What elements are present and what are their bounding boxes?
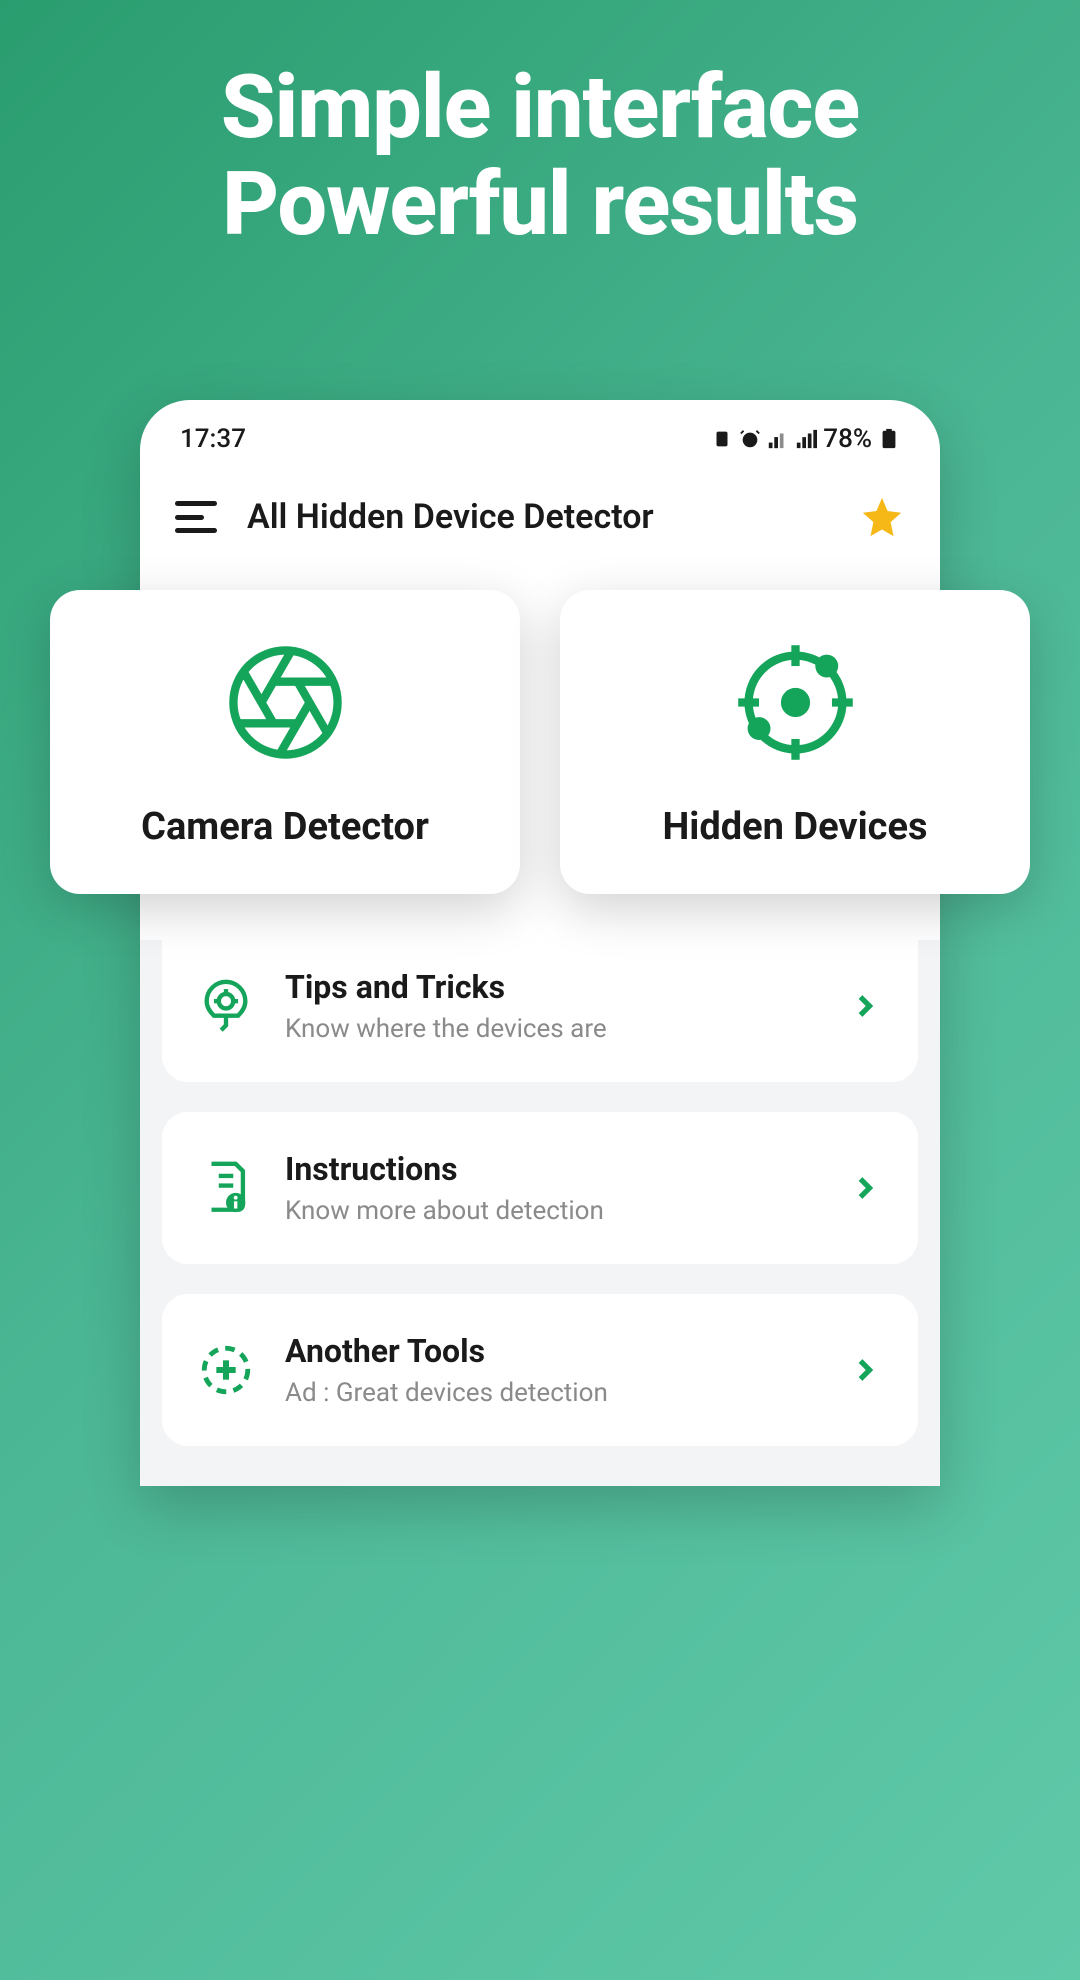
hero-line-2: Powerful results bbox=[0, 157, 1080, 254]
tips-title: Tips and Tricks bbox=[285, 968, 817, 1006]
signal-icon-1 bbox=[767, 428, 789, 450]
tools-title: Another Tools bbox=[285, 1332, 817, 1370]
chevron-right-icon bbox=[847, 1352, 883, 1388]
tips-tricks-item[interactable]: Tips and Tricks Know where the devices a… bbox=[162, 940, 918, 1082]
instructions-subtitle: Know more about detection bbox=[285, 1196, 817, 1226]
bulb-icon bbox=[197, 977, 255, 1035]
another-tools-item[interactable]: Another Tools Ad : Great devices detecti… bbox=[162, 1294, 918, 1446]
alarm-icon bbox=[739, 428, 761, 450]
aperture-icon bbox=[223, 640, 348, 765]
hidden-devices-card[interactable]: Hidden Devices bbox=[560, 590, 1030, 894]
document-icon bbox=[197, 1159, 255, 1217]
instructions-title: Instructions bbox=[285, 1150, 817, 1188]
status-time: 17:37 bbox=[180, 424, 246, 454]
camera-detector-label: Camera Detector bbox=[141, 805, 429, 849]
tips-subtitle: Know where the devices are bbox=[285, 1014, 817, 1044]
hero-line-1: Simple interface bbox=[0, 60, 1080, 157]
hidden-devices-label: Hidden Devices bbox=[662, 805, 927, 849]
chevron-right-icon bbox=[847, 988, 883, 1024]
hero-title: Simple interface Powerful results bbox=[0, 60, 1080, 254]
signal-icon-2 bbox=[795, 428, 817, 450]
radar-icon bbox=[733, 640, 858, 765]
phone-frame: 17:37 78% All Hidden Device Detector Cam… bbox=[140, 400, 940, 1486]
status-bar: 17:37 78% bbox=[140, 400, 940, 464]
notification-icon bbox=[711, 428, 733, 450]
chevron-right-icon bbox=[847, 1170, 883, 1206]
app-header: All Hidden Device Detector bbox=[140, 464, 940, 570]
menu-button[interactable] bbox=[175, 501, 217, 533]
instructions-item[interactable]: Instructions Know more about detection bbox=[162, 1112, 918, 1264]
battery-percent: 78% bbox=[823, 424, 872, 454]
app-title: All Hidden Device Detector bbox=[247, 497, 829, 537]
camera-detector-card[interactable]: Camera Detector bbox=[50, 590, 520, 894]
list-text: Instructions Know more about detection bbox=[285, 1150, 817, 1226]
star-icon[interactable] bbox=[859, 494, 905, 540]
plus-circle-icon bbox=[197, 1341, 255, 1399]
list-text: Another Tools Ad : Great devices detecti… bbox=[285, 1332, 817, 1408]
content-list: Tips and Tricks Know where the devices a… bbox=[140, 940, 940, 1486]
list-text: Tips and Tricks Know where the devices a… bbox=[285, 968, 817, 1044]
menu-icon bbox=[175, 501, 217, 506]
status-right: 78% bbox=[711, 424, 900, 454]
main-cards-row: Camera Detector Hidden Devices bbox=[50, 590, 1030, 894]
tools-subtitle: Ad : Great devices detection bbox=[285, 1378, 817, 1408]
battery-icon bbox=[878, 428, 900, 450]
